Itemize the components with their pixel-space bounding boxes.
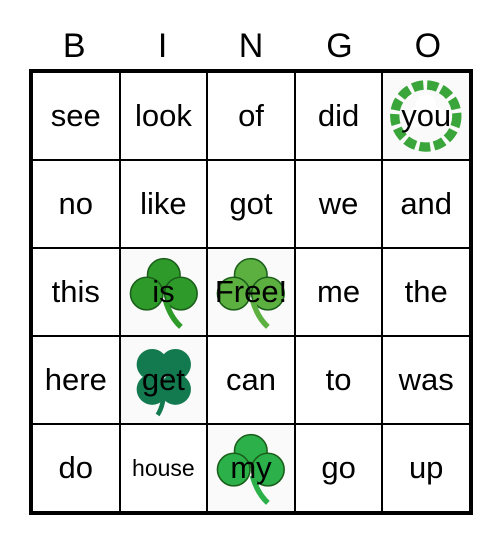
cell-word: no	[58, 186, 94, 221]
bingo-cell[interactable]: this	[32, 248, 120, 336]
bingo-cell[interactable]: get	[119, 336, 208, 424]
cell-word: is	[152, 274, 175, 309]
cell-word: do	[58, 450, 94, 485]
cell-word: and	[400, 186, 453, 221]
bingo-cell[interactable]: to	[294, 336, 383, 424]
bingo-cell[interactable]: was	[382, 336, 470, 424]
bingo-cell[interactable]: Free!	[207, 248, 295, 336]
bingo-cell[interactable]: can	[207, 336, 295, 424]
bingo-cell[interactable]: like	[119, 160, 208, 248]
cell-word: to	[325, 362, 352, 397]
cell-word: here	[44, 362, 107, 397]
bingo-cell[interactable]: house	[119, 424, 208, 512]
header-letter: B	[62, 27, 86, 65]
cell-word: my	[230, 450, 272, 485]
cell-word: go	[321, 450, 356, 485]
cell-word: look	[134, 98, 192, 133]
cell-word: was	[398, 362, 454, 397]
cell-word: did	[317, 98, 360, 133]
cell-word: of	[238, 98, 264, 133]
header-letter: I	[157, 27, 168, 65]
bingo-cell[interactable]: up	[382, 424, 470, 512]
bingo-cell[interactable]: do	[32, 424, 120, 512]
cell-word: Free!	[214, 274, 288, 309]
cell-word: like	[140, 186, 187, 221]
cell-word: up	[408, 450, 444, 485]
bingo-cell[interactable]: go	[294, 424, 383, 512]
header-letter: G	[326, 27, 353, 65]
cell-word: got	[229, 186, 273, 221]
bingo-cell[interactable]: of	[207, 72, 295, 160]
bingo-cell[interactable]: me	[294, 248, 383, 336]
bingo-cell[interactable]: here	[32, 336, 120, 424]
cell-word: this	[51, 274, 100, 309]
cell-word: you	[401, 98, 452, 133]
header-letter: O	[414, 27, 442, 65]
bingo-cell[interactable]: is	[119, 248, 208, 336]
bingo-cell[interactable]: look	[119, 72, 208, 160]
cell-word: house	[132, 454, 195, 481]
cell-word: me	[317, 274, 361, 309]
bingo-cell[interactable]: got	[207, 160, 295, 248]
bingo-card: see look of did you no like got we and this is Free!…	[29, 69, 473, 515]
bingo-cell[interactable]: the	[382, 248, 470, 336]
bingo-cell[interactable]: did	[294, 72, 383, 160]
bingo-cell[interactable]: my	[207, 424, 295, 512]
bingo-cell[interactable]: see	[32, 72, 120, 160]
cell-word: the	[404, 274, 448, 309]
cell-word: see	[50, 98, 101, 133]
cell-word: can	[226, 362, 276, 397]
cell-word: we	[318, 186, 359, 221]
bingo-cell[interactable]: we	[294, 160, 383, 248]
cell-word: get	[141, 362, 185, 397]
bingo-cell[interactable]: and	[382, 160, 470, 248]
bingo-cell[interactable]: you	[382, 72, 470, 160]
bingo-cell[interactable]: no	[32, 160, 120, 248]
bingo-header: B I N G O	[30, 26, 472, 66]
header-letter: N	[238, 27, 264, 65]
